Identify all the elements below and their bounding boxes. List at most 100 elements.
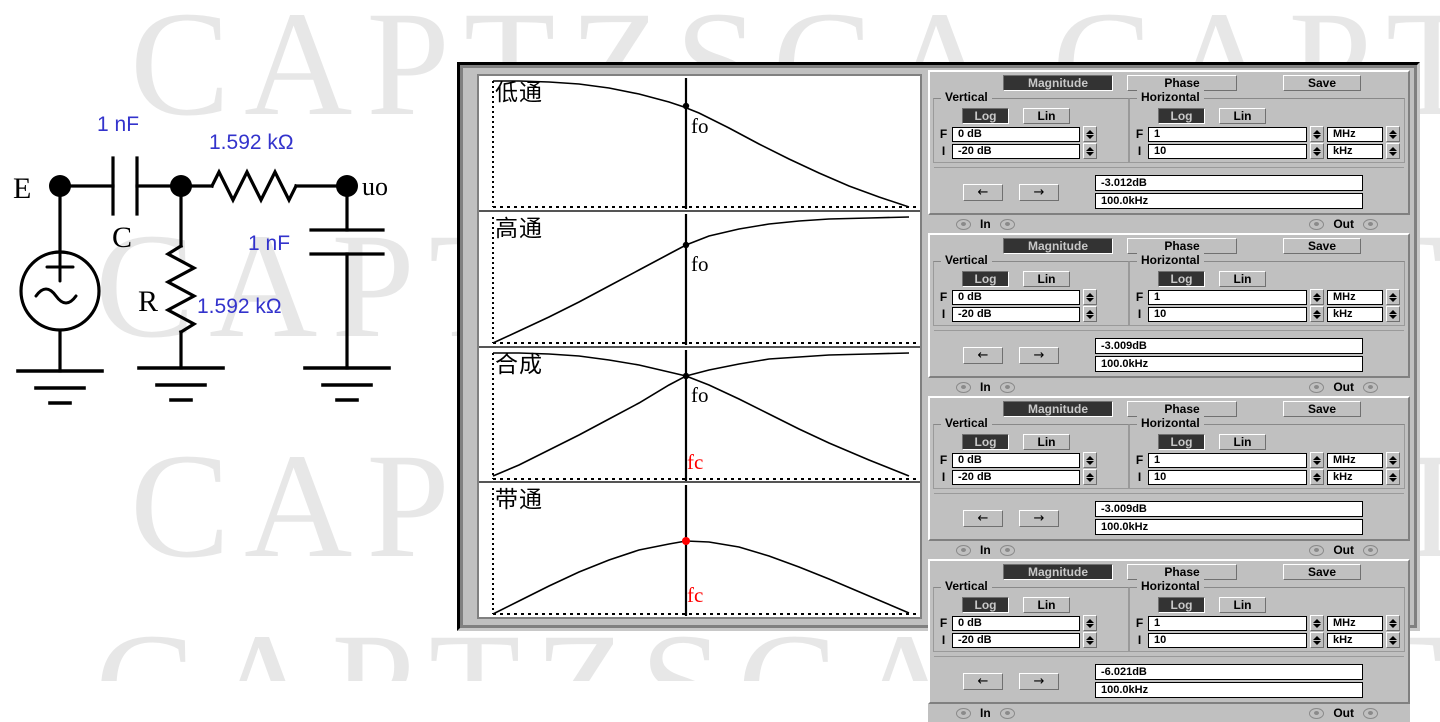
graph-panel-lowpass[interactable]: 低通 fo (479, 76, 920, 212)
out-terminal-left[interactable] (1309, 544, 1325, 556)
magnitude-button[interactable]: Magnitude (1003, 400, 1113, 417)
horizontal-initial-unit[interactable]: kHz (1327, 632, 1383, 648)
vertical-final-spinner[interactable] (1083, 615, 1097, 631)
horizontal-initial-spinner[interactable] (1310, 306, 1324, 322)
horizontal-final-spinner[interactable] (1310, 615, 1324, 631)
vertical-initial-input[interactable]: -20 dB (952, 143, 1080, 159)
in-terminal-left[interactable] (956, 544, 971, 556)
out-terminal-left[interactable] (1309, 218, 1325, 230)
horizontal-log-button[interactable]: Log (1158, 271, 1205, 287)
vertical-initial-spinner[interactable] (1083, 143, 1097, 159)
in-terminal-right[interactable] (999, 707, 1015, 719)
vertical-final-spinner[interactable] (1083, 126, 1097, 142)
out-terminal-right[interactable] (1363, 381, 1378, 393)
vertical-lin-button[interactable]: Lin (1023, 434, 1070, 450)
vertical-initial-input[interactable]: -20 dB (952, 469, 1080, 485)
phase-button[interactable]: Phase (1127, 400, 1237, 417)
vertical-final-spinner[interactable] (1083, 452, 1097, 468)
cursor-right-button[interactable]: → (1019, 509, 1059, 527)
horizontal-lin-button[interactable]: Lin (1219, 597, 1266, 613)
horizontal-final-unit[interactable]: MHz (1327, 126, 1383, 142)
vertical-final-input[interactable]: 0 dB (952, 289, 1080, 305)
horizontal-initial-unit[interactable]: kHz (1327, 143, 1383, 159)
vertical-final-input[interactable]: 0 dB (952, 615, 1080, 631)
cursor-right-button[interactable]: → (1019, 183, 1059, 201)
horizontal-initial-input[interactable]: 10 (1148, 143, 1307, 159)
horizontal-final-spinner[interactable] (1310, 289, 1324, 305)
in-terminal-left[interactable] (956, 707, 971, 719)
cursor-right-button[interactable]: → (1019, 346, 1059, 364)
in-terminal-left[interactable] (956, 381, 971, 393)
out-terminal-right[interactable] (1363, 218, 1378, 230)
horizontal-initial-unit[interactable]: kHz (1327, 469, 1383, 485)
in-terminal-right[interactable] (999, 544, 1015, 556)
vertical-final-spinner[interactable] (1083, 289, 1097, 305)
out-terminal-left[interactable] (1309, 707, 1325, 719)
horizontal-final-unit[interactable]: MHz (1327, 289, 1383, 305)
vertical-lin-button[interactable]: Lin (1023, 597, 1070, 613)
horizontal-final-unit-spinner[interactable] (1386, 126, 1400, 142)
horizontal-final-input[interactable]: 1 (1148, 452, 1307, 468)
out-terminal-right[interactable] (1363, 544, 1378, 556)
save-button[interactable]: Save (1283, 74, 1361, 91)
horizontal-log-button[interactable]: Log (1158, 597, 1205, 613)
cursor-right-button[interactable]: → (1019, 672, 1059, 690)
horizontal-final-unit-spinner[interactable] (1386, 615, 1400, 631)
vertical-initial-input[interactable]: -20 dB (952, 306, 1080, 322)
vertical-log-button[interactable]: Log (962, 597, 1009, 613)
vertical-initial-spinner[interactable] (1083, 632, 1097, 648)
graph-panel-bandpass[interactable]: 带通 fc (479, 483, 920, 617)
horizontal-initial-input[interactable]: 10 (1148, 632, 1307, 648)
horizontal-final-unit[interactable]: MHz (1327, 615, 1383, 631)
magnitude-button[interactable]: Magnitude (1003, 74, 1113, 91)
cursor-left-button[interactable]: ← (963, 509, 1003, 527)
magnitude-button[interactable]: Magnitude (1003, 237, 1113, 254)
graph-panel-highpass[interactable]: 高通 fo (479, 211, 920, 348)
horizontal-initial-spinner[interactable] (1310, 632, 1324, 648)
vertical-initial-input[interactable]: -20 dB (952, 632, 1080, 648)
horizontal-initial-unit-spinner[interactable] (1386, 632, 1400, 648)
vertical-initial-spinner[interactable] (1083, 306, 1097, 322)
vertical-final-input[interactable]: 0 dB (952, 452, 1080, 468)
out-terminal-right[interactable] (1363, 707, 1378, 719)
horizontal-final-spinner[interactable] (1310, 452, 1324, 468)
horizontal-log-button[interactable]: Log (1158, 434, 1205, 450)
horizontal-lin-button[interactable]: Lin (1219, 108, 1266, 124)
vertical-lin-button[interactable]: Lin (1023, 271, 1070, 287)
in-terminal-right[interactable] (999, 381, 1015, 393)
horizontal-final-spinner[interactable] (1310, 126, 1324, 142)
phase-button[interactable]: Phase (1127, 563, 1237, 580)
cursor-left-button[interactable]: ← (963, 672, 1003, 690)
horizontal-final-input[interactable]: 1 (1148, 615, 1307, 631)
vertical-initial-spinner[interactable] (1083, 469, 1097, 485)
horizontal-initial-input[interactable]: 10 (1148, 469, 1307, 485)
phase-button[interactable]: Phase (1127, 74, 1237, 91)
horizontal-log-button[interactable]: Log (1158, 108, 1205, 124)
vertical-log-button[interactable]: Log (962, 271, 1009, 287)
horizontal-initial-unit-spinner[interactable] (1386, 469, 1400, 485)
vertical-lin-button[interactable]: Lin (1023, 108, 1070, 124)
horizontal-initial-spinner[interactable] (1310, 469, 1324, 485)
vertical-log-button[interactable]: Log (962, 108, 1009, 124)
horizontal-final-unit-spinner[interactable] (1386, 289, 1400, 305)
horizontal-initial-input[interactable]: 10 (1148, 306, 1307, 322)
phase-button[interactable]: Phase (1127, 237, 1237, 254)
horizontal-initial-spinner[interactable] (1310, 143, 1324, 159)
horizontal-final-unit[interactable]: MHz (1327, 452, 1383, 468)
horizontal-final-unit-spinner[interactable] (1386, 452, 1400, 468)
vertical-log-button[interactable]: Log (962, 434, 1009, 450)
save-button[interactable]: Save (1283, 237, 1361, 254)
out-terminal-left[interactable] (1309, 381, 1325, 393)
horizontal-lin-button[interactable]: Lin (1219, 434, 1266, 450)
cursor-left-button[interactable]: ← (963, 346, 1003, 364)
horizontal-lin-button[interactable]: Lin (1219, 271, 1266, 287)
horizontal-initial-unit[interactable]: kHz (1327, 306, 1383, 322)
save-button[interactable]: Save (1283, 563, 1361, 580)
cursor-left-button[interactable]: ← (963, 183, 1003, 201)
save-button[interactable]: Save (1283, 400, 1361, 417)
magnitude-button[interactable]: Magnitude (1003, 563, 1113, 580)
horizontal-initial-unit-spinner[interactable] (1386, 143, 1400, 159)
horizontal-initial-unit-spinner[interactable] (1386, 306, 1400, 322)
vertical-final-input[interactable]: 0 dB (952, 126, 1080, 142)
in-terminal-left[interactable] (956, 218, 971, 230)
